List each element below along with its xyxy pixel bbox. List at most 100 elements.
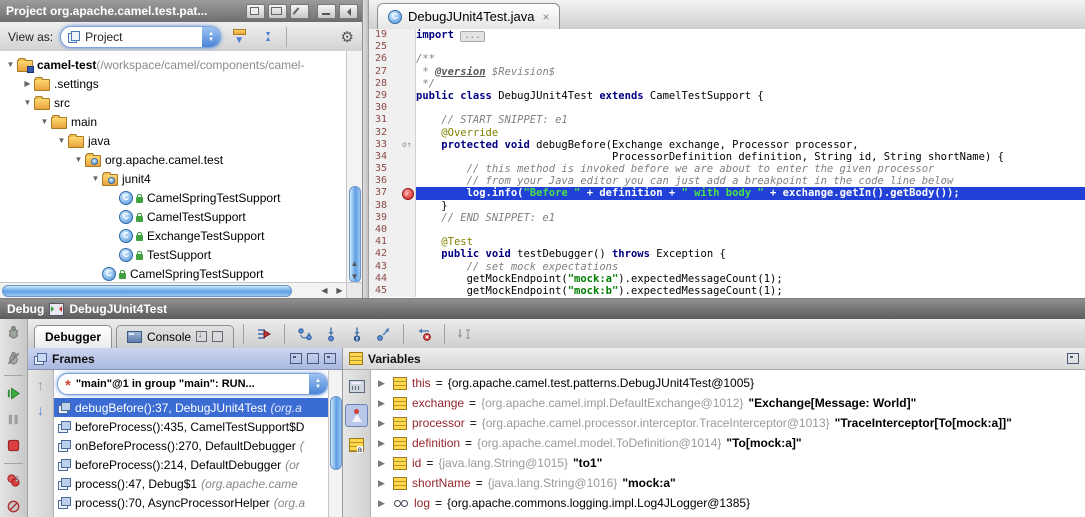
scroll-up-icon[interactable]: ▲	[347, 257, 362, 270]
code-line[interactable]: 41 @Test	[369, 236, 1085, 248]
code-line[interactable]: 45 getMockEndpoint("mock:b").expectedMes…	[369, 285, 1085, 297]
tree-toggle-icon[interactable]: ▼	[4, 60, 17, 69]
code-line[interactable]: 37 log.info("Before " + definition + " w…	[369, 187, 1085, 199]
gutter-icon-area[interactable]	[400, 151, 416, 163]
restore-panel-icon[interactable]	[1067, 353, 1079, 364]
gutter-icon-area[interactable]	[400, 273, 416, 285]
scroll-to-source-icon[interactable]	[268, 4, 287, 19]
variable-row[interactable]: ▶definition = {org.apache.camel.model.To…	[371, 433, 1085, 453]
gutter-icon-area[interactable]	[400, 114, 416, 126]
next-frame-icon[interactable]: ↓	[37, 402, 44, 418]
run-to-cursor-icon[interactable]	[454, 323, 476, 345]
gutter-icon-area[interactable]	[400, 41, 416, 53]
tree-toggle-icon[interactable]: ▼	[55, 136, 68, 145]
code-line[interactable]: 43 // set mock expectations	[369, 261, 1085, 273]
code-line[interactable]: 34 ProcessorDefinition definition, Strin…	[369, 151, 1085, 163]
variable-row[interactable]: ▶processor = {org.apache.camel.processor…	[371, 413, 1085, 433]
thread-dropdown-stepper-icon[interactable]: ▲▼	[309, 374, 327, 394]
tree-item[interactable]: ▶.settings	[0, 74, 347, 93]
gutter-icon-area[interactable]	[400, 175, 416, 187]
tree-toggle-icon[interactable]: ▼	[72, 155, 85, 164]
float-window-icon[interactable]	[246, 4, 265, 19]
tree-item[interactable]: ▼junit4	[0, 169, 347, 188]
frame-row[interactable]: onBeforeProcess():270, DefaultDebugger (	[54, 436, 328, 455]
expand-arrow-icon[interactable]: ▶	[378, 398, 388, 409]
variable-row[interactable]: ▶log = {org.apache.commons.logging.impl.…	[371, 493, 1085, 513]
tree-item[interactable]: ▼main	[0, 112, 347, 131]
tree-item[interactable]: ▼java	[0, 131, 347, 150]
code-line[interactable]: 38 }	[369, 200, 1085, 212]
watches-icon[interactable]	[345, 404, 368, 427]
step-over-icon[interactable]	[294, 323, 316, 345]
frame-row[interactable]: process():47, Debug$1 (org.apache.came	[54, 474, 328, 493]
tree-item[interactable]: ▼camel-test (/workspace/camel/components…	[0, 55, 347, 74]
minimize-icon[interactable]	[317, 4, 336, 19]
code-line[interactable]: 28 */	[369, 78, 1085, 90]
code-line[interactable]: 26/**	[369, 53, 1085, 65]
frame-row[interactable]: beforeProcess():435, CamelTestSupport$D	[54, 417, 328, 436]
gutter-icon-area[interactable]	[400, 261, 416, 273]
scroll-left-icon[interactable]: ◀	[317, 283, 332, 298]
tree-item[interactable]: TestSupport	[0, 245, 347, 264]
tree-vertical-scrollbar[interactable]: ▲ ▼	[346, 51, 362, 283]
frame-row[interactable]: beforeProcess():214, DefaultDebugger (or	[54, 455, 328, 474]
scroll-right-icon[interactable]: ▶	[332, 283, 347, 298]
stop-icon[interactable]	[3, 435, 25, 456]
code-line[interactable]: 27 * @version $Revision$	[369, 66, 1085, 78]
frame-row[interactable]: debugBefore():37, DebugJUnit4Test (org.a	[54, 398, 328, 417]
expand-arrow-icon[interactable]: ▶	[378, 438, 388, 449]
tree-horizontal-scrollbar[interactable]: ◀ ▶	[0, 282, 347, 298]
step-out-icon[interactable]	[372, 323, 394, 345]
code-line[interactable]: 30	[369, 102, 1085, 114]
tree-item[interactable]: CamelSpringTestSupport	[0, 264, 347, 283]
dropdown-stepper-icon[interactable]: ▲▼	[202, 27, 220, 47]
gutter-icon-area[interactable]	[400, 78, 416, 90]
thread-selector[interactable]: * "main"@1 in group "main": RUN... ▲▼	[57, 373, 328, 395]
restore-panel-icon[interactable]	[290, 353, 302, 364]
gutter-icon-area[interactable]	[400, 224, 416, 236]
variable-row[interactable]: ▶id = {java.lang.String@1015}"to1"	[371, 453, 1085, 473]
rerun-debug-icon[interactable]	[3, 322, 25, 343]
view-breakpoints-icon[interactable]	[3, 471, 25, 492]
code-line[interactable]: 25	[369, 41, 1085, 53]
collapse-all-icon[interactable]: ▼▲	[257, 27, 279, 47]
expand-arrow-icon[interactable]: ▶	[378, 458, 388, 469]
code-line[interactable]: 31 // START SNIPPET: e1	[369, 114, 1085, 126]
force-step-into-icon[interactable]	[346, 323, 368, 345]
tab-console[interactable]: Console	[116, 325, 234, 349]
expand-arrow-icon[interactable]: ▶	[378, 478, 388, 489]
evaluate-expression-icon[interactable]	[346, 376, 367, 397]
gutter-icon-area[interactable]: o↑	[400, 139, 416, 151]
close-tab-icon[interactable]: ×	[542, 10, 549, 24]
code-line[interactable]: 44 getMockEndpoint("mock:a").expectedMes…	[369, 273, 1085, 285]
mute-breakpoints-icon[interactable]	[3, 496, 25, 517]
frames-scrollbar[interactable]	[328, 370, 342, 517]
tree-item[interactable]: CamelTestSupport	[0, 207, 347, 226]
code-line[interactable]: 35 // this method is invoked before we a…	[369, 163, 1085, 175]
gutter-icon-area[interactable]	[400, 200, 416, 212]
gutter-icon-area[interactable]	[400, 66, 416, 78]
code-area[interactable]: 19import ...2526/**27 * @version $Revisi…	[369, 29, 1085, 298]
hide-panel-icon[interactable]	[339, 4, 358, 19]
tree-toggle-icon[interactable]: ▼	[21, 98, 34, 107]
variable-row[interactable]: ▶exchange = {org.apache.camel.impl.Defau…	[371, 393, 1085, 413]
tree-item[interactable]: ▼src	[0, 93, 347, 112]
gear-icon[interactable]: ⚙	[341, 28, 354, 46]
gutter-icon-area[interactable]	[400, 90, 416, 102]
gutter-icon-area[interactable]	[400, 53, 416, 65]
expand-arrow-icon[interactable]: ▶	[378, 498, 388, 509]
override-marker-icon[interactable]: o↑	[402, 139, 412, 151]
gutter-icon-area[interactable]	[400, 102, 416, 114]
code-line[interactable]: 32 @Override	[369, 127, 1085, 139]
gutter-icon-area[interactable]	[400, 236, 416, 248]
gutter-icon-area[interactable]	[400, 187, 416, 199]
frame-row[interactable]: process():70, AsyncProcessorHelper (org.…	[54, 493, 328, 512]
code-line[interactable]: 19import ...	[369, 29, 1085, 41]
resume-icon[interactable]	[3, 383, 25, 404]
scroll-to-end-icon[interactable]	[196, 331, 207, 342]
view-as-dropdown[interactable]: Project ▲▼	[60, 26, 221, 48]
pause-icon[interactable]	[3, 409, 25, 430]
float-console-icon[interactable]	[212, 331, 223, 342]
editor-tab[interactable]: DebugJUnit4Test.java ×	[377, 3, 560, 29]
code-line[interactable]: 42 public void testDebugger() throws Exc…	[369, 248, 1085, 260]
